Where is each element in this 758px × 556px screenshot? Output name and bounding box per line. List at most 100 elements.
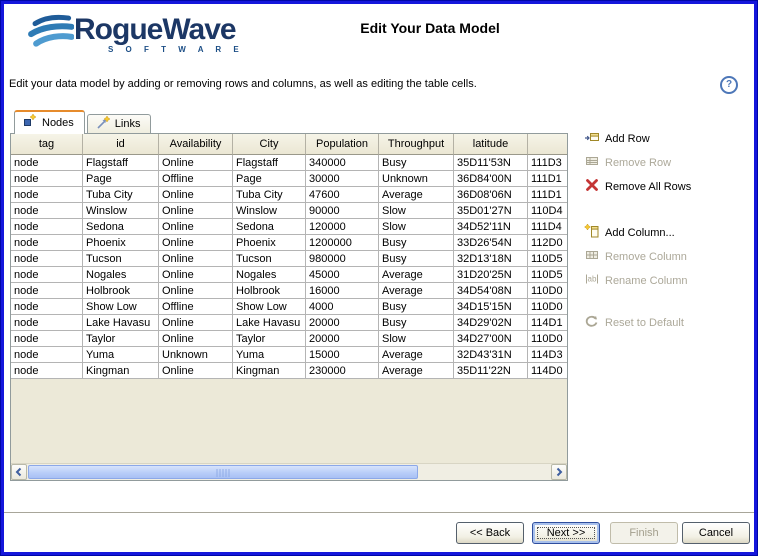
- table-cell[interactable]: Slow: [379, 203, 454, 219]
- action-rename-column[interactable]: abRename Column: [584, 272, 688, 289]
- table-cell[interactable]: node: [11, 331, 83, 347]
- table-cell[interactable]: 114D0: [528, 363, 567, 379]
- table-cell[interactable]: Holbrook: [233, 283, 306, 299]
- finish-button[interactable]: Finish: [610, 522, 678, 544]
- table-cell[interactable]: 111D1: [528, 171, 567, 187]
- table-cell[interactable]: node: [11, 187, 83, 203]
- table-cell[interactable]: Tucson: [233, 251, 306, 267]
- table-cell[interactable]: Kingman: [233, 363, 306, 379]
- table-cell[interactable]: 35D11'53N: [454, 155, 528, 171]
- table-cell[interactable]: 32D13'18N: [454, 251, 528, 267]
- table-cell[interactable]: Online: [159, 331, 233, 347]
- table-cell[interactable]: 36D84'00N: [454, 171, 528, 187]
- table-cell[interactable]: 34D54'08N: [454, 283, 528, 299]
- table-cell[interactable]: node: [11, 363, 83, 379]
- table-cell[interactable]: Nogales: [83, 267, 159, 283]
- table-cell[interactable]: 90000: [306, 203, 379, 219]
- action-remove-all-rows[interactable]: Remove All Rows: [584, 178, 691, 195]
- table-cell[interactable]: Tucson: [83, 251, 159, 267]
- next-button[interactable]: Next >>: [532, 522, 600, 544]
- table-cell[interactable]: node: [11, 267, 83, 283]
- scroll-left-button[interactable]: [11, 464, 27, 480]
- table-cell[interactable]: Slow: [379, 331, 454, 347]
- table-cell[interactable]: Kingman: [83, 363, 159, 379]
- table-cell[interactable]: Phoenix: [83, 235, 159, 251]
- help-icon[interactable]: ?: [720, 76, 738, 94]
- table-cell[interactable]: 36D08'06N: [454, 187, 528, 203]
- table-cell[interactable]: Lake Havasu: [83, 315, 159, 331]
- table-cell[interactable]: 114D1: [528, 315, 567, 331]
- table-cell[interactable]: Flagstaff: [83, 155, 159, 171]
- table-cell[interactable]: 1200000: [306, 235, 379, 251]
- table-cell[interactable]: Average: [379, 363, 454, 379]
- scroll-right-button[interactable]: [551, 464, 567, 480]
- table-cell[interactable]: Yuma: [233, 347, 306, 363]
- tab-links[interactable]: Links: [87, 114, 152, 134]
- table-cell[interactable]: 110D4: [528, 203, 567, 219]
- table-cell[interactable]: 340000: [306, 155, 379, 171]
- table-cell[interactable]: Nogales: [233, 267, 306, 283]
- table-cell[interactable]: 980000: [306, 251, 379, 267]
- table-cell[interactable]: Online: [159, 155, 233, 171]
- action-remove-column[interactable]: Remove Column: [584, 248, 687, 265]
- horizontal-scrollbar[interactable]: [11, 463, 567, 480]
- cancel-button[interactable]: Cancel: [682, 522, 750, 544]
- table-cell[interactable]: Busy: [379, 235, 454, 251]
- table-cell[interactable]: node: [11, 299, 83, 315]
- table-cell[interactable]: Sedona: [83, 219, 159, 235]
- table-cell[interactable]: 110D0: [528, 283, 567, 299]
- table-cell[interactable]: 34D27'00N: [454, 331, 528, 347]
- table-cell[interactable]: Taylor: [83, 331, 159, 347]
- table-cell[interactable]: 111D3: [528, 155, 567, 171]
- table-cell[interactable]: 20000: [306, 315, 379, 331]
- table-cell[interactable]: 47600: [306, 187, 379, 203]
- action-remove-row[interactable]: Remove Row: [584, 154, 671, 171]
- table-cell[interactable]: node: [11, 203, 83, 219]
- table-cell[interactable]: 230000: [306, 363, 379, 379]
- table-cell[interactable]: Yuma: [83, 347, 159, 363]
- action-add-row[interactable]: Add Row: [584, 130, 650, 147]
- action-add-column[interactable]: Add Column...: [584, 224, 675, 241]
- table-cell[interactable]: node: [11, 155, 83, 171]
- table-cell[interactable]: Online: [159, 363, 233, 379]
- table-cell[interactable]: Busy: [379, 251, 454, 267]
- table-cell[interactable]: 111D4: [528, 219, 567, 235]
- table-cell[interactable]: 35D01'27N: [454, 203, 528, 219]
- table-cell[interactable]: node: [11, 315, 83, 331]
- table-cell[interactable]: Show Low: [233, 299, 306, 315]
- table-cell[interactable]: Busy: [379, 299, 454, 315]
- table-cell[interactable]: Online: [159, 219, 233, 235]
- table-cell[interactable]: Busy: [379, 155, 454, 171]
- table-cell[interactable]: 15000: [306, 347, 379, 363]
- table-cell[interactable]: 16000: [306, 283, 379, 299]
- action-reset-to-default[interactable]: Reset to Default: [584, 314, 684, 331]
- table-cell[interactable]: Busy: [379, 315, 454, 331]
- table-cell[interactable]: 45000: [306, 267, 379, 283]
- table-cell[interactable]: Online: [159, 187, 233, 203]
- table-cell[interactable]: Lake Havasu: [233, 315, 306, 331]
- table-cell[interactable]: 33D26'54N: [454, 235, 528, 251]
- table-cell[interactable]: 34D15'15N: [454, 299, 528, 315]
- table-cell[interactable]: Tuba City: [83, 187, 159, 203]
- table-cell[interactable]: 112D0: [528, 235, 567, 251]
- table-cell[interactable]: Tuba City: [233, 187, 306, 203]
- table-cell[interactable]: Average: [379, 347, 454, 363]
- table-cell[interactable]: node: [11, 251, 83, 267]
- table-cell[interactable]: node: [11, 347, 83, 363]
- table-cell[interactable]: 30000: [306, 171, 379, 187]
- table-cell[interactable]: 20000: [306, 331, 379, 347]
- table-cell[interactable]: 120000: [306, 219, 379, 235]
- table-cell[interactable]: node: [11, 219, 83, 235]
- table-cell[interactable]: Online: [159, 315, 233, 331]
- table-cell[interactable]: Online: [159, 283, 233, 299]
- table-cell[interactable]: node: [11, 235, 83, 251]
- table-cell[interactable]: Page: [83, 171, 159, 187]
- table-cell[interactable]: Online: [159, 251, 233, 267]
- table-cell[interactable]: 110D0: [528, 299, 567, 315]
- table-cell[interactable]: 31D20'25N: [454, 267, 528, 283]
- table-cell[interactable]: Flagstaff: [233, 155, 306, 171]
- table-cell[interactable]: Average: [379, 187, 454, 203]
- table-cell[interactable]: 35D11'22N: [454, 363, 528, 379]
- table-cell[interactable]: 110D5: [528, 251, 567, 267]
- table-cell[interactable]: Online: [159, 203, 233, 219]
